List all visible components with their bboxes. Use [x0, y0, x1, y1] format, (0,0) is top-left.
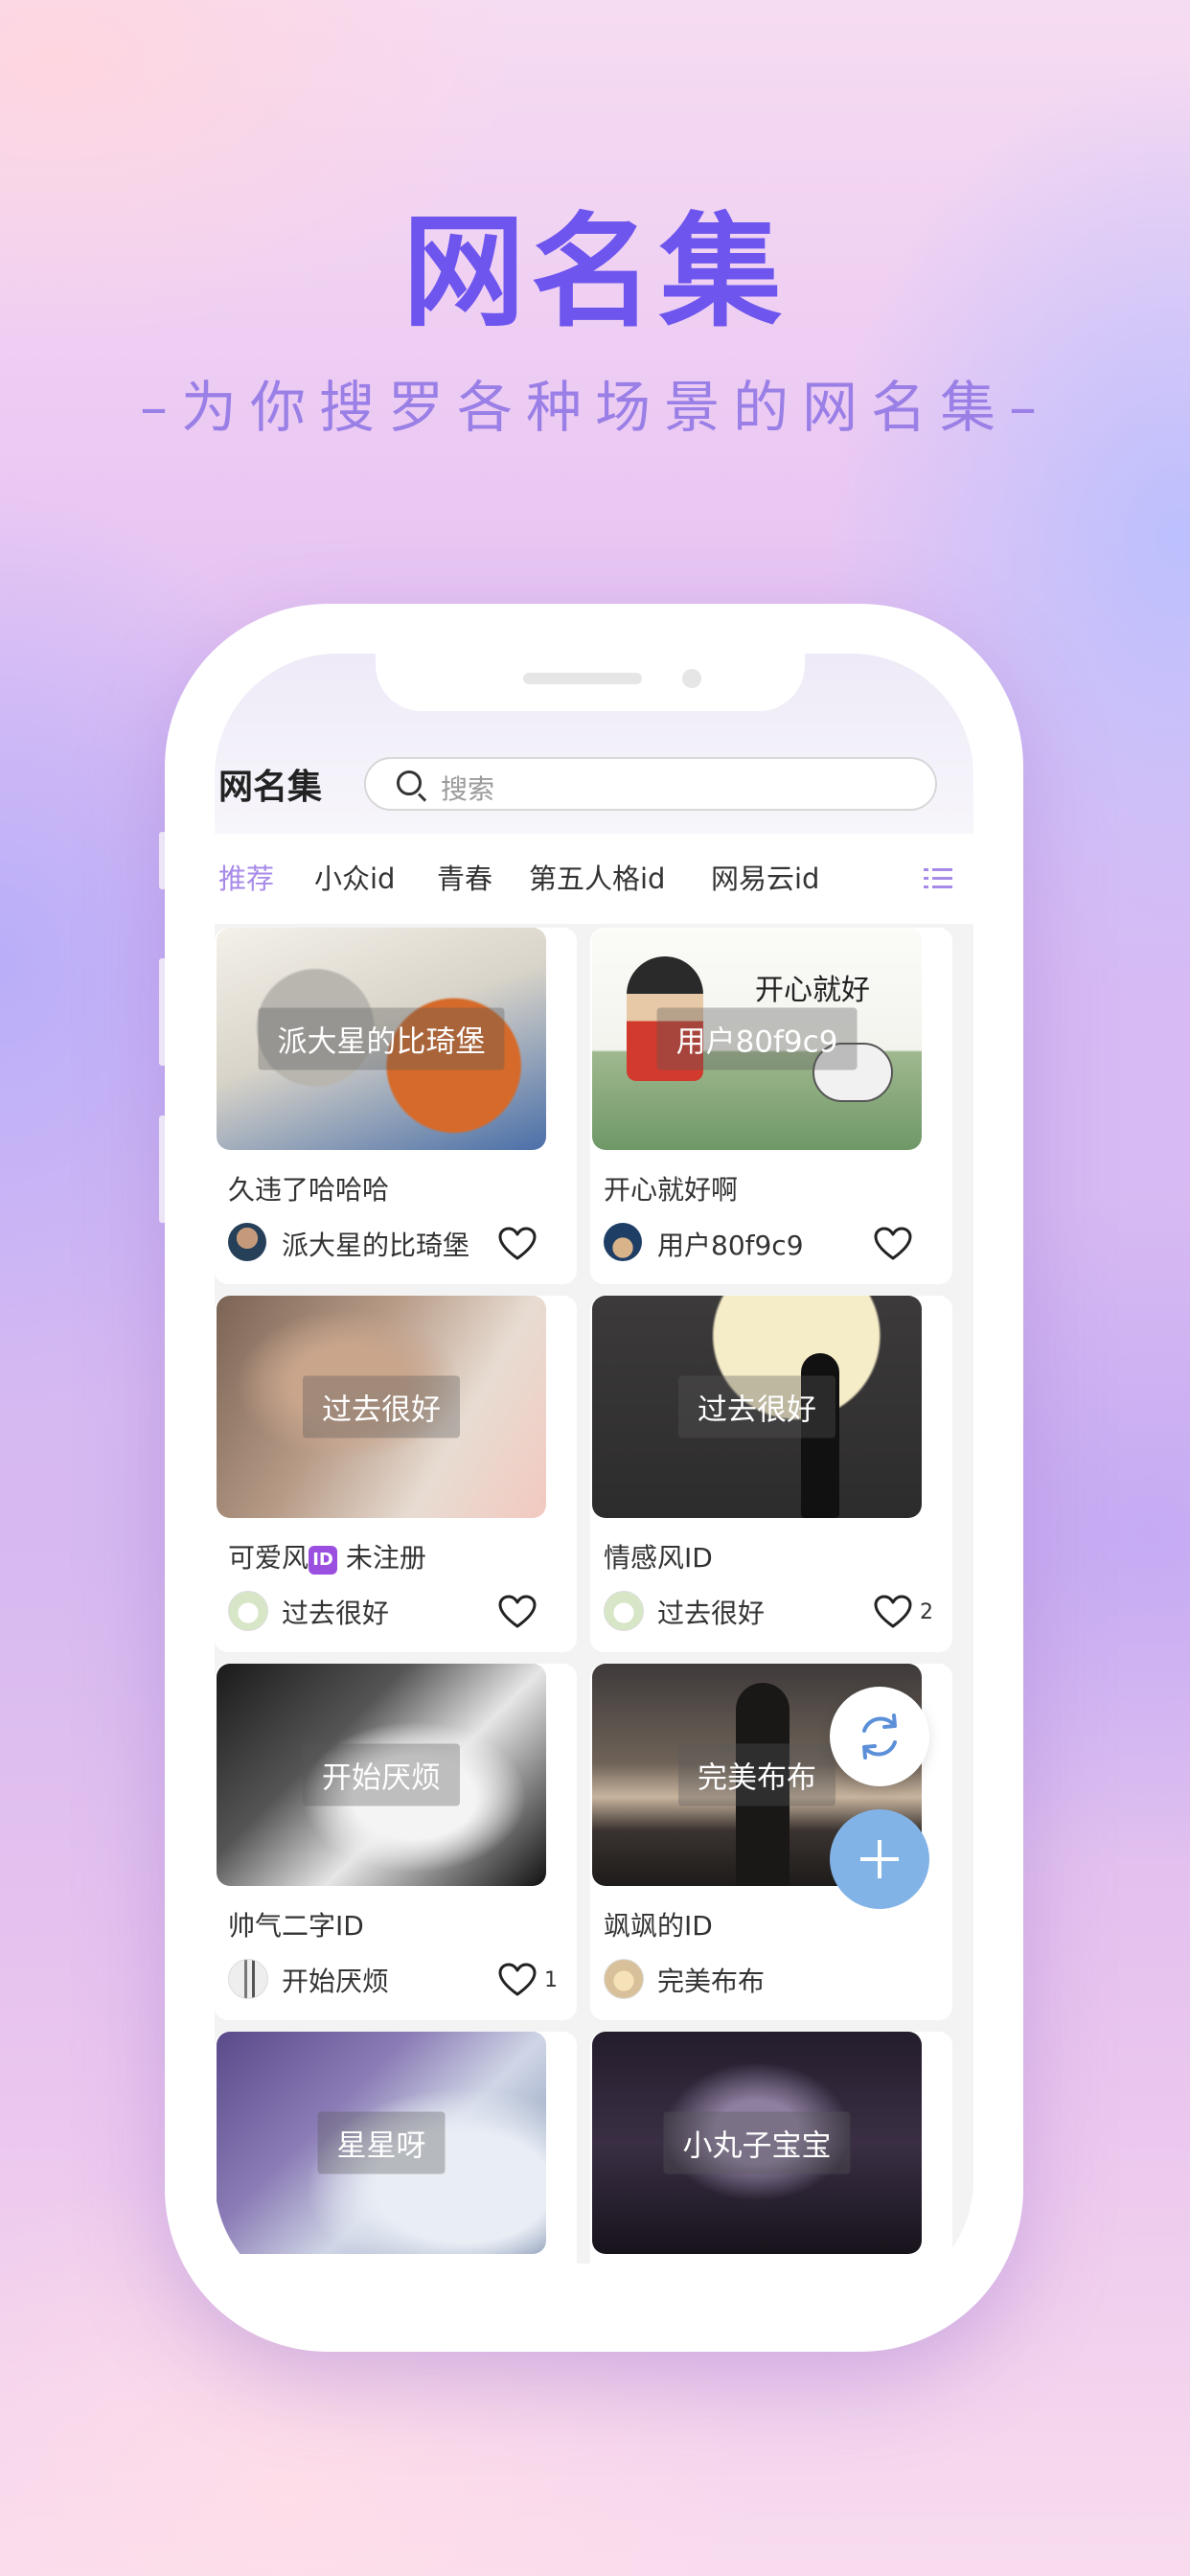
card-overlay-name: 星星呀	[317, 2111, 446, 2174]
tab-niche-id[interactable]: 小众id	[314, 857, 395, 897]
like-count: 2	[920, 1600, 933, 1624]
image-handwriting: 开心就好	[755, 974, 870, 1007]
card-image: 派大星的比琦堡	[217, 928, 546, 1150]
avatar	[228, 1223, 266, 1261]
phone-screen: 网名集 搜索 推荐 小众id 青春 第五人格id 网易云id 派大星的比琦堡 久…	[215, 654, 973, 2302]
phone-notch	[376, 654, 805, 711]
id-badge: ID	[309, 1546, 338, 1575]
caption-text: 未注册	[345, 1542, 426, 1574]
search-placeholder: 搜索	[441, 773, 495, 805]
name-card[interactable]: 开心就好 用户80f9c9 开心就好啊 用户80f9c9	[590, 928, 952, 1284]
promo-tagline: –为你搜罗各种场景的网名集–	[139, 375, 1050, 440]
card-overlay-name: 用户80f9c9	[656, 1007, 858, 1070]
tab-identity-v-id[interactable]: 第五人格id	[529, 857, 665, 897]
search-icon	[397, 770, 422, 795]
card-username[interactable]: 开始厌烦	[282, 1961, 389, 1999]
avatar	[604, 1223, 642, 1261]
tab-netease-id[interactable]: 网易云id	[711, 857, 819, 897]
menu-list-icon[interactable]	[924, 866, 952, 889]
card-caption: 帅气二字ID	[228, 1910, 364, 1942]
card-caption: 飒飒的ID	[604, 1910, 713, 1942]
card-username[interactable]: 完美布布	[657, 1961, 765, 1999]
card-caption: 可爱风 ID 未注册	[228, 1537, 426, 1576]
like-count: 1	[544, 1968, 558, 1992]
card-image: 过去很好	[217, 1296, 546, 1518]
name-card[interactable]: 过去很好 可爱风 ID 未注册 过去很好	[215, 1296, 577, 1652]
heart-icon[interactable]	[874, 1227, 912, 1261]
refresh-button[interactable]	[830, 1687, 929, 1786]
card-caption: 开心就好啊	[604, 1174, 739, 1206]
heart-icon[interactable]	[874, 1595, 912, 1629]
card-overlay-name: 开始厌烦	[303, 1743, 460, 1806]
phone-frame: 网名集 搜索 推荐 小众id 青春 第五人格id 网易云id 派大星的比琦堡 久…	[165, 604, 1023, 2352]
name-card[interactable]: 过去很好 情感风ID 过去很好 2	[590, 1296, 952, 1652]
name-card[interactable]: 派大星的比琦堡 久违了哈哈哈 派大星的比琦堡	[215, 928, 577, 1284]
search-input[interactable]: 搜索	[364, 757, 937, 811]
heart-icon[interactable]	[498, 1963, 537, 1997]
card-overlay-name: 小丸子宝宝	[663, 2111, 851, 2174]
card-overlay-name: 过去很好	[678, 1375, 835, 1438]
card-image: 小丸子宝宝	[592, 2032, 922, 2254]
card-username[interactable]: 派大星的比琦堡	[282, 1225, 469, 1263]
card-username[interactable]: 过去很好	[282, 1593, 389, 1631]
add-button[interactable]	[830, 1809, 929, 1909]
card-image: 过去很好	[592, 1296, 922, 1518]
card-username[interactable]: 用户80f9c9	[657, 1225, 804, 1263]
card-caption: 情感风ID	[604, 1542, 713, 1574]
card-caption: 久违了哈哈哈	[228, 1174, 390, 1206]
name-card[interactable]: 星星呀	[215, 2032, 577, 2302]
card-image: 开心就好 用户80f9c9	[592, 928, 922, 1150]
card-image: 开始厌烦	[217, 1664, 546, 1886]
tab-youth[interactable]: 青春	[437, 857, 492, 897]
heart-icon[interactable]	[498, 1227, 537, 1261]
speaker-grille	[523, 673, 642, 684]
card-image: 星星呀	[217, 2032, 546, 2254]
avatar	[604, 1591, 644, 1631]
avatar	[228, 1959, 268, 1999]
front-camera	[682, 669, 701, 688]
card-username[interactable]: 过去很好	[657, 1593, 765, 1631]
card-overlay-name: 过去很好	[303, 1375, 460, 1438]
category-tabs: 推荐 小众id 青春 第五人格id 网易云id	[215, 834, 973, 924]
avatar	[604, 1959, 644, 1999]
avatar	[228, 1591, 268, 1631]
app-title: 网名集	[218, 768, 323, 807]
heart-icon[interactable]	[498, 1595, 537, 1629]
card-overlay-name: 派大星的比琦堡	[258, 1007, 505, 1070]
name-feed: 派大星的比琦堡 久违了哈哈哈 派大星的比琦堡 开心就好 用户80f9c9 开心就…	[215, 924, 973, 2302]
tab-recommend[interactable]: 推荐	[218, 857, 274, 897]
card-overlay-name: 完美布布	[678, 1743, 835, 1806]
caption-text: 可爱风	[228, 1542, 309, 1574]
home-indicator-area	[215, 2264, 973, 2302]
name-card[interactable]: 小丸子宝宝	[590, 2032, 952, 2302]
refresh-icon	[862, 1714, 897, 1760]
promo-headline: 网名集	[401, 201, 788, 344]
name-card[interactable]: 开始厌烦 帅气二字ID 开始厌烦 1	[215, 1664, 577, 2020]
